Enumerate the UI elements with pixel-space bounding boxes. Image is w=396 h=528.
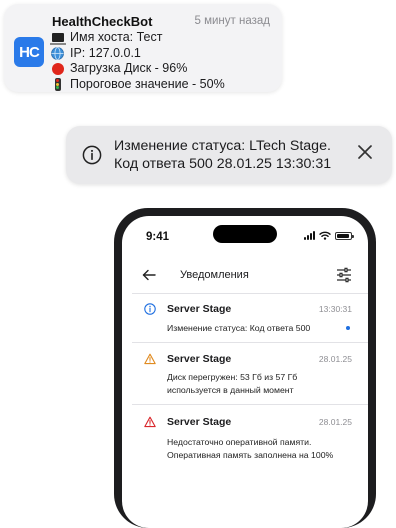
notification-time: 13:30:31 — [318, 304, 352, 314]
app-header: Уведомления — [122, 258, 368, 292]
alert-icon — [144, 416, 156, 428]
signal-icon — [304, 231, 315, 240]
toast-message: Изменение статуса: LTech Stage. Код отве… — [114, 137, 331, 173]
filter-settings-icon[interactable] — [336, 267, 352, 283]
traffic-light-icon — [50, 77, 65, 91]
bot-message-line: IP: 127.0.0.1 — [50, 46, 225, 62]
notification-body-line: Оперативная память заполнена на 100% — [167, 449, 334, 460]
bot-name: HealthCheckBot — [52, 14, 153, 29]
close-icon[interactable] — [356, 143, 374, 161]
disk-load-text: Загрузка Диск - 96% — [70, 61, 188, 75]
notification-body-line: Диск перегружен: 53 Гб из 57 Гб — [167, 372, 298, 382]
bot-message-line: Загрузка Диск - 96% — [50, 61, 225, 77]
notification-body-line: используется в данный момент — [167, 384, 294, 395]
warning-icon — [144, 353, 156, 365]
battery-icon — [335, 231, 354, 240]
notification-time: 28.01.25 — [318, 417, 352, 427]
laptop-icon — [49, 31, 66, 46]
bot-timestamp: 5 минут назад — [194, 15, 270, 27]
globe-icon — [50, 46, 65, 60]
notification-body: Диск перегружен: 53 Гб из 57 Гб использу… — [167, 371, 297, 396]
toast-line: Изменение статуса: LTech Stage. — [114, 138, 331, 154]
notification-item[interactable]: Server Stage 28.01.25 Диск перегружен: 5… — [122, 343, 368, 403]
wifi-icon — [319, 231, 331, 240]
notification-item[interactable]: Server Stage 28.01.25 Недостаточно опера… — [122, 405, 368, 475]
phone-frame: 9:41 Уведомления Server Stage 13:30:31 И… — [114, 208, 376, 528]
bot-avatar: HC — [14, 37, 44, 67]
notification-title: Server Stage — [167, 353, 232, 365]
notification-item[interactable]: Server Stage 13:30:31 Изменение статуса:… — [122, 294, 368, 342]
unread-indicator — [346, 326, 350, 330]
phone-screen: 9:41 Уведомления Server Stage 13:30:31 И… — [122, 216, 368, 528]
ip-text: IP: 127.0.0.1 — [70, 45, 141, 60]
status-bar-time: 9:41 — [146, 231, 170, 243]
bot-notification[interactable]: HC HealthCheckBot 5 минут назад Имя хост… — [4, 4, 282, 92]
notification-time: 28.01.25 — [318, 354, 352, 364]
bot-message-line: Имя хоста: Тест — [49, 30, 225, 46]
status-bar-icons — [304, 231, 354, 240]
red-circle-icon — [50, 62, 65, 75]
back-arrow-icon[interactable] — [142, 269, 156, 281]
notification-body-line: Недостаточно оперативной памяти. — [167, 437, 312, 447]
bot-message-line: Пороговое значение - 50% — [50, 77, 225, 93]
dynamic-island — [213, 225, 277, 243]
bot-message: Имя хоста: Тест IP: 127.0.0.1 Загрузка Д… — [49, 30, 225, 93]
notification-body: Недостаточно оперативной памяти. Операти… — [167, 436, 333, 461]
page-title: Уведомления — [180, 269, 249, 281]
notification-title: Server Stage — [167, 303, 232, 315]
info-icon — [144, 303, 156, 315]
notification-body: Изменение статуса: Код ответа 500 — [167, 323, 311, 333]
info-icon — [82, 145, 102, 165]
hostname-text: Имя хоста: Тест — [70, 30, 163, 44]
threshold-text: Пороговое значение - 50% — [70, 76, 225, 91]
notification-title: Server Stage — [167, 416, 232, 428]
toast-line: Код ответа 500 28.01.25 13:30:31 — [114, 156, 332, 172]
status-toast[interactable]: Изменение статуса: LTech Stage. Код отве… — [66, 126, 392, 184]
